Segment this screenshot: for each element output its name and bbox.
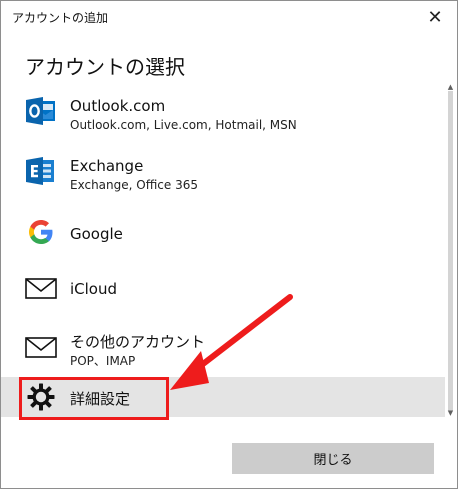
highlight-box: [19, 377, 169, 420]
title-bar: アカウントの追加 ✕: [1, 1, 457, 33]
close-button[interactable]: 閉じる: [232, 443, 434, 474]
account-name: Google: [70, 225, 123, 243]
account-name: Exchange: [70, 157, 144, 175]
account-subtitle: Outlook.com, Live.com, Hotmail, MSN: [70, 118, 297, 132]
account-name: Outlook.com: [70, 97, 166, 115]
list-scrollbar[interactable]: ▲ ▼: [446, 83, 455, 417]
account-name: iCloud: [70, 280, 118, 298]
account-item-other[interactable]: その他のアカウント POP、IMAP: [1, 319, 445, 377]
window-title: アカウントの追加: [12, 11, 109, 25]
page-heading: アカウントの選択: [25, 55, 185, 79]
close-icon: ✕: [427, 6, 443, 28]
outlook-icon: [25, 95, 57, 127]
scroll-up-icon[interactable]: ▲: [446, 83, 455, 91]
account-item-icloud[interactable]: iCloud: [1, 259, 445, 317]
scroll-down-icon[interactable]: ▼: [446, 409, 455, 417]
exchange-icon: [25, 155, 57, 187]
close-window-button[interactable]: ✕: [413, 1, 457, 33]
mail-envelope-icon: [25, 272, 57, 304]
mail-envelope-icon: [25, 331, 57, 363]
account-item-exchange[interactable]: Exchange Exchange, Office 365: [1, 143, 445, 201]
account-name: その他のアカウント: [70, 333, 206, 351]
account-item-outlook[interactable]: Outlook.com Outlook.com, Live.com, Hotma…: [1, 83, 445, 141]
scrollbar-thumb[interactable]: [448, 91, 453, 411]
google-icon: [25, 216, 57, 248]
account-item-google[interactable]: Google: [1, 203, 445, 261]
account-list: Outlook.com Outlook.com, Live.com, Hotma…: [1, 83, 457, 417]
account-subtitle: POP、IMAP: [70, 354, 136, 368]
account-subtitle: Exchange, Office 365: [70, 178, 199, 192]
